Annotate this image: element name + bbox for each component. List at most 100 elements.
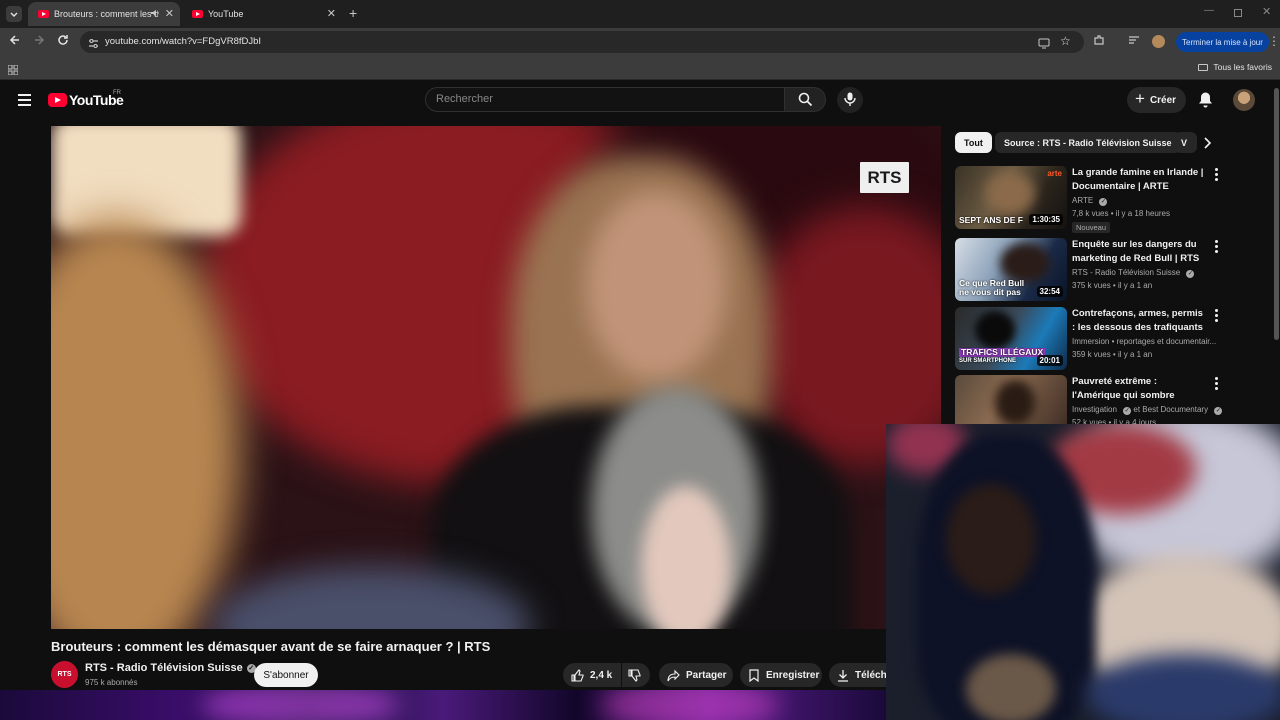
recommendation-item[interactable]: arte SEPT ANS DE F 1:30:35 La grande fam…	[955, 166, 1225, 233]
forward-icon[interactable]	[33, 34, 45, 49]
verified-badge-icon: ✓	[1099, 198, 1108, 206]
notifications-bell-icon[interactable]	[1198, 91, 1213, 113]
minimize-icon[interactable]: —	[1204, 5, 1214, 16]
address-bar[interactable]: youtube.com/watch?v=FDgVR8fDJbI ☆	[80, 31, 1084, 53]
recommendation-meta: 7,8 k vues • il y a 18 heures	[1072, 209, 1170, 218]
recommendation-channel[interactable]: Immersion • reportages et documentair...	[1072, 337, 1222, 346]
more-options-icon[interactable]	[1215, 309, 1218, 324]
microphone-icon	[844, 92, 856, 106]
save-label: Enregistrer	[766, 669, 820, 681]
youtube-favicon-icon	[192, 10, 203, 18]
recommendation-channel[interactable]: RTS - Radio Télévision Suisse ✓	[1072, 268, 1195, 278]
video-player[interactable]: RTS	[51, 126, 941, 629]
thumb-figure	[975, 311, 1015, 349]
thumb-figure	[985, 171, 1035, 216]
verified-badge-icon: ✓	[1214, 407, 1223, 415]
save-button[interactable]: Enregistrer	[740, 663, 822, 687]
profile-icon[interactable]	[1152, 35, 1165, 48]
duration-badge: 32:54	[1036, 286, 1063, 297]
subscriber-count: 975 k abonnés	[85, 678, 138, 687]
all-bookmarks-button[interactable]: Tous les favoris	[1198, 62, 1272, 72]
restore-icon[interactable]	[1234, 9, 1242, 17]
more-options-icon[interactable]	[1215, 240, 1218, 255]
dislike-button[interactable]	[622, 663, 650, 687]
streamer-webcam-overlay	[886, 424, 1280, 720]
update-browser-button[interactable]: Terminer la mise à jour	[1176, 32, 1269, 52]
tab-youtube[interactable]: YouTube ✕	[182, 2, 342, 26]
site-info-icon[interactable]	[88, 36, 99, 54]
channel-name: RTS - Radio Télévision Suisse	[85, 662, 243, 674]
menu-hamburger-icon[interactable]	[18, 94, 31, 106]
menu-dots-icon[interactable]: ⋮	[1268, 34, 1280, 48]
video-thumbnail[interactable]: TRAFICS ILLÉGAUX SUR SMARTPHONE 20:01	[955, 307, 1067, 370]
youtube-favicon-icon	[38, 10, 49, 18]
chip-more[interactable]: V	[1175, 132, 1197, 153]
reload-icon[interactable]	[57, 34, 69, 49]
recommendation-title[interactable]: Contrefaçons, armes, permis : les dessou…	[1072, 307, 1207, 335]
chips-next-chevron-icon[interactable]	[1201, 136, 1213, 155]
back-icon[interactable]	[9, 34, 21, 49]
create-label: Créer	[1149, 94, 1177, 106]
background-artwork	[0, 690, 886, 720]
create-button[interactable]: + Créer	[1127, 87, 1186, 113]
tab-search-icon[interactable]	[6, 6, 22, 22]
recommendation-title[interactable]: Pauvreté extrême : l'Amérique qui sombre	[1072, 375, 1207, 403]
url-text: youtube.com/watch?v=FDgVR8fDJbI	[105, 36, 262, 47]
youtube-logo[interactable]: YouTube FR	[48, 90, 124, 108]
chip-source-rts[interactable]: Source : RTS - Radio Télévision Suisse	[995, 132, 1181, 153]
face-shape	[586, 191, 726, 381]
share-button[interactable]: Partager	[659, 663, 733, 687]
recommendation-title[interactable]: Enquête sur les dangers du marketing de …	[1072, 238, 1207, 266]
bookmarks-bar: Tous les favoris	[0, 56, 1280, 80]
tab-brouteurs[interactable]: Brouteurs : comment les dé ✕	[28, 2, 180, 26]
like-button[interactable]: 2,4 k	[563, 663, 621, 687]
audio-icon[interactable]	[150, 8, 160, 20]
new-tab-button[interactable]: +	[349, 5, 357, 21]
close-tab-icon[interactable]: ✕	[165, 7, 174, 20]
rts-watermark-logo: RTS	[860, 162, 909, 193]
thumb-figure	[1000, 243, 1050, 283]
bookmark-star-icon[interactable]: ☆	[1060, 34, 1071, 48]
recommendation-item[interactable]: Ce que Red Bull ne vous dit pas 32:54 En…	[955, 238, 1225, 302]
cast-icon[interactable]	[1038, 36, 1050, 54]
youtube-header: YouTube FR + Créer	[0, 81, 1280, 121]
recommendation-title[interactable]: La grande famine en Irlande | Documentai…	[1072, 166, 1207, 194]
more-options-icon[interactable]	[1215, 168, 1218, 183]
recommendation-channel[interactable]: ARTE ✓	[1072, 196, 1108, 206]
channel-avatar[interactable]: RTS	[51, 661, 78, 688]
all-bookmarks-label: Tous les favoris	[1213, 62, 1272, 72]
extensions-icon[interactable]	[1093, 34, 1105, 49]
webcam-cat	[966, 654, 1056, 720]
chip-all[interactable]: Tout	[955, 132, 992, 153]
like-count: 2,4 k	[590, 669, 613, 681]
video-thumbnail[interactable]: arte SEPT ANS DE F 1:30:35	[955, 166, 1067, 229]
recommendation-channel[interactable]: Investigation ✓ et Best Documentary ✓	[1072, 405, 1223, 415]
video-title: Brouteurs : comment les démasquer avant …	[51, 639, 491, 654]
user-avatar[interactable]	[1233, 89, 1255, 111]
chip-label: V	[1181, 137, 1188, 148]
search-button[interactable]	[784, 87, 826, 112]
reading-list-icon[interactable]	[1128, 34, 1140, 49]
recommendation-meta: 375 k vues • il y a 1 an	[1072, 281, 1153, 290]
share-icon	[667, 669, 680, 681]
verified-badge-icon: ✓	[1123, 407, 1132, 415]
update-label: Terminer la mise à jour	[1182, 37, 1263, 47]
close-tab-icon[interactable]: ✕	[327, 7, 336, 20]
lamp-shape	[51, 126, 241, 236]
thumbnail-caption: TRAFICS ILLÉGAUX SUR SMARTPHONE	[959, 348, 1046, 366]
more-options-icon[interactable]	[1215, 377, 1218, 392]
close-window-icon[interactable]: ✕	[1262, 5, 1271, 18]
apps-grid-icon[interactable]	[7, 62, 19, 80]
channel-name-link[interactable]: RTS - Radio Télévision Suisse ✓	[85, 662, 256, 674]
search-icon	[798, 92, 813, 107]
subscribe-button[interactable]: S'abonner	[254, 663, 318, 687]
recommendation-item[interactable]: TRAFICS ILLÉGAUX SUR SMARTPHONE 20:01 Co…	[955, 307, 1225, 371]
video-thumbnail[interactable]: Ce que Red Bull ne vous dit pas 32:54	[955, 238, 1067, 301]
search-input[interactable]	[436, 93, 766, 105]
page-scrollbar[interactable]	[1274, 88, 1279, 340]
new-badge: Nouveau	[1072, 222, 1111, 233]
channel-label: RTS - Radio Télévision Suisse	[1072, 268, 1181, 277]
thumbnail-caption: Ce que Red Bull ne vous dit pas	[959, 278, 1025, 297]
voice-search-button[interactable]	[837, 87, 863, 113]
tab-title: Brouteurs : comment les dé	[54, 9, 158, 19]
